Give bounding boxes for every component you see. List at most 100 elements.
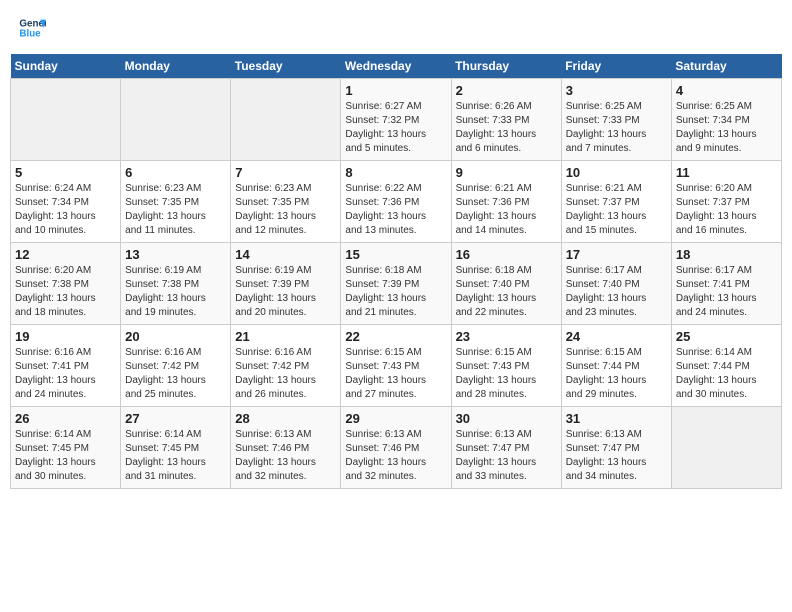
day-number: 6 [125, 165, 226, 180]
week-row: 5 Sunrise: 6:24 AMSunset: 7:34 PMDaylight… [11, 161, 782, 243]
day-number: 18 [676, 247, 777, 262]
header-row: SundayMondayTuesdayWednesdayThursdayFrid… [11, 54, 782, 79]
day-number: 4 [676, 83, 777, 98]
day-cell: 13Sunrise: 6:19 AMSunset: 7:38 PMDayligh… [121, 243, 231, 325]
day-cell [121, 79, 231, 161]
logo: General Blue [18, 14, 46, 42]
day-info: Sunrise: 6:13 AMSunset: 7:47 PMDaylight:… [566, 428, 667, 484]
day-info: Sunrise: 6:23 AMSunset: 7:35 PMDaylight:… [235, 182, 336, 238]
day-info: Sunrise: 6:16 AMSunset: 7:42 PMDaylight:… [125, 346, 226, 402]
day-info: Sunrise: 6:15 AMSunset: 7:43 PMDaylight:… [456, 346, 557, 402]
day-number: 1 [345, 83, 446, 98]
day-header: Friday [561, 54, 671, 79]
day-number: 17 [566, 247, 667, 262]
day-number: 21 [235, 329, 336, 344]
day-number: 2 [456, 83, 557, 98]
day-info: Sunrise: 6:25 AMSunset: 7:34 PMDaylight:… [676, 100, 777, 156]
calendar-table: SundayMondayTuesdayWednesdayThursdayFrid… [10, 54, 782, 489]
day-number: 23 [456, 329, 557, 344]
day-cell: 21 Sunrise: 6:16 AMSunset: 7:42 PMDayligh… [231, 325, 341, 407]
day-number: 14 [235, 247, 336, 262]
day-info: Sunrise: 6:13 AMSunset: 7:46 PMDaylight:… [235, 428, 336, 484]
day-info: Sunrise: 6:14 AMSunset: 7:44 PMDaylight:… [676, 346, 777, 402]
day-cell: 27 Sunrise: 6:14 AMSunset: 7:45 PMDayligh… [121, 407, 231, 489]
day-cell [11, 79, 121, 161]
page-header: General Blue [10, 10, 782, 46]
day-number: 15 [345, 247, 446, 262]
day-cell: 11 Sunrise: 6:20 AMSunset: 7:37 PMDayligh… [671, 161, 781, 243]
day-info: Sunrise: 6:17 AMSunset: 7:41 PMDaylight:… [676, 264, 777, 320]
day-info: Sunrise: 6:16 AMSunset: 7:42 PMDaylight:… [235, 346, 336, 402]
day-number: 8 [345, 165, 446, 180]
day-info: Sunrise: 6:20 AMSunset: 7:38 PMDaylight:… [15, 264, 116, 320]
day-cell: 30 Sunrise: 6:13 AMSunset: 7:47 PMDayligh… [451, 407, 561, 489]
day-number: 9 [456, 165, 557, 180]
day-number: 7 [235, 165, 336, 180]
day-number: 27 [125, 411, 226, 426]
day-cell: 28 Sunrise: 6:13 AMSunset: 7:46 PMDayligh… [231, 407, 341, 489]
day-number: 25 [676, 329, 777, 344]
day-info: Sunrise: 6:24 AMSunset: 7:34 PMDaylight:… [15, 182, 116, 238]
day-info: Sunrise: 6:15 AMSunset: 7:43 PMDaylight:… [345, 346, 446, 402]
day-cell: 14Sunrise: 6:19 AMSunset: 7:39 PMDayligh… [231, 243, 341, 325]
day-cell: 31 Sunrise: 6:13 AMSunset: 7:47 PMDayligh… [561, 407, 671, 489]
day-cell: 20 Sunrise: 6:16 AMSunset: 7:42 PMDayligh… [121, 325, 231, 407]
day-info: Sunrise: 6:16 AMSunset: 7:41 PMDaylight:… [15, 346, 116, 402]
day-cell [671, 407, 781, 489]
day-cell: 17 Sunrise: 6:17 AMSunset: 7:40 PMDayligh… [561, 243, 671, 325]
day-cell: 16 Sunrise: 6:18 AMSunset: 7:40 PMDayligh… [451, 243, 561, 325]
day-cell [231, 79, 341, 161]
day-info: Sunrise: 6:15 AMSunset: 7:44 PMDaylight:… [566, 346, 667, 402]
week-row: 1 Sunrise: 6:27 AMSunset: 7:32 PMDaylight… [11, 79, 782, 161]
day-number: 16 [456, 247, 557, 262]
day-number: 5 [15, 165, 116, 180]
day-cell: 6Sunrise: 6:23 AMSunset: 7:35 PMDaylight… [121, 161, 231, 243]
day-info: Sunrise: 6:20 AMSunset: 7:37 PMDaylight:… [676, 182, 777, 238]
day-cell: 15 Sunrise: 6:18 AMSunset: 7:39 PMDayligh… [341, 243, 451, 325]
day-number: 20 [125, 329, 226, 344]
day-number: 10 [566, 165, 667, 180]
day-info: Sunrise: 6:14 AMSunset: 7:45 PMDaylight:… [15, 428, 116, 484]
day-info: Sunrise: 6:18 AMSunset: 7:39 PMDaylight:… [345, 264, 446, 320]
day-number: 24 [566, 329, 667, 344]
day-cell: 1 Sunrise: 6:27 AMSunset: 7:32 PMDaylight… [341, 79, 451, 161]
day-cell: 7 Sunrise: 6:23 AMSunset: 7:35 PMDaylight… [231, 161, 341, 243]
day-info: Sunrise: 6:21 AMSunset: 7:36 PMDaylight:… [456, 182, 557, 238]
logo-icon: General Blue [18, 14, 46, 42]
day-info: Sunrise: 6:17 AMSunset: 7:40 PMDaylight:… [566, 264, 667, 320]
day-cell: 25 Sunrise: 6:14 AMSunset: 7:44 PMDayligh… [671, 325, 781, 407]
day-number: 3 [566, 83, 667, 98]
day-header: Sunday [11, 54, 121, 79]
day-info: Sunrise: 6:21 AMSunset: 7:37 PMDaylight:… [566, 182, 667, 238]
day-number: 28 [235, 411, 336, 426]
day-number: 31 [566, 411, 667, 426]
day-info: Sunrise: 6:26 AMSunset: 7:33 PMDaylight:… [456, 100, 557, 156]
day-cell: 29Sunrise: 6:13 AMSunset: 7:46 PMDayligh… [341, 407, 451, 489]
day-info: Sunrise: 6:22 AMSunset: 7:36 PMDaylight:… [345, 182, 446, 238]
day-cell: 2 Sunrise: 6:26 AMSunset: 7:33 PMDaylight… [451, 79, 561, 161]
day-header: Monday [121, 54, 231, 79]
day-cell: 5 Sunrise: 6:24 AMSunset: 7:34 PMDaylight… [11, 161, 121, 243]
day-cell: 4 Sunrise: 6:25 AMSunset: 7:34 PMDaylight… [671, 79, 781, 161]
day-info: Sunrise: 6:13 AMSunset: 7:47 PMDaylight:… [456, 428, 557, 484]
day-cell: 10 Sunrise: 6:21 AMSunset: 7:37 PMDayligh… [561, 161, 671, 243]
day-cell: 26Sunrise: 6:14 AMSunset: 7:45 PMDayligh… [11, 407, 121, 489]
day-info: Sunrise: 6:18 AMSunset: 7:40 PMDaylight:… [456, 264, 557, 320]
day-info: Sunrise: 6:27 AMSunset: 7:32 PMDaylight:… [345, 100, 446, 156]
day-number: 29 [345, 411, 446, 426]
week-row: 19Sunrise: 6:16 AMSunset: 7:41 PMDayligh… [11, 325, 782, 407]
day-number: 22 [345, 329, 446, 344]
day-header: Tuesday [231, 54, 341, 79]
day-cell: 18 Sunrise: 6:17 AMSunset: 7:41 PMDayligh… [671, 243, 781, 325]
day-cell: 9 Sunrise: 6:21 AMSunset: 7:36 PMDaylight… [451, 161, 561, 243]
day-number: 11 [676, 165, 777, 180]
day-number: 30 [456, 411, 557, 426]
day-header: Wednesday [341, 54, 451, 79]
day-info: Sunrise: 6:25 AMSunset: 7:33 PMDaylight:… [566, 100, 667, 156]
day-info: Sunrise: 6:14 AMSunset: 7:45 PMDaylight:… [125, 428, 226, 484]
day-cell: 8 Sunrise: 6:22 AMSunset: 7:36 PMDaylight… [341, 161, 451, 243]
day-cell: 3 Sunrise: 6:25 AMSunset: 7:33 PMDaylight… [561, 79, 671, 161]
day-header: Thursday [451, 54, 561, 79]
calendar-page: General Blue SundayMondayTuesdayWednesda… [0, 0, 792, 612]
day-cell: 23 Sunrise: 6:15 AMSunset: 7:43 PMDayligh… [451, 325, 561, 407]
